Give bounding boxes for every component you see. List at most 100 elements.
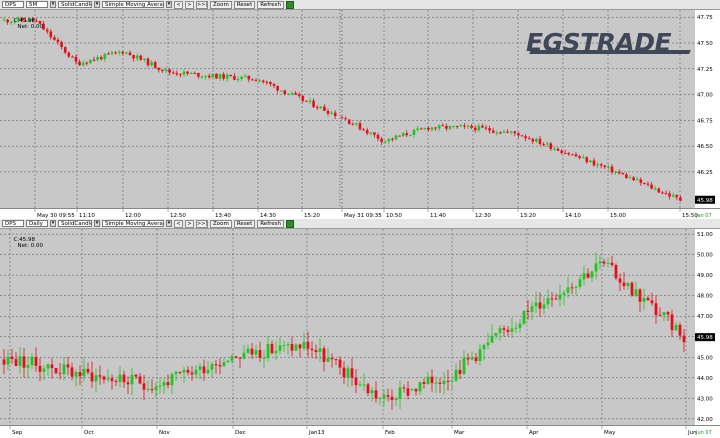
candle-body [462, 358, 466, 374]
candle-body [556, 148, 560, 151]
candle-body [534, 302, 538, 307]
candle-body [386, 395, 390, 397]
candle-body [81, 62, 85, 66]
zoom-button[interactable]: Zoom [210, 219, 232, 228]
price-tick-label: 42.00 [697, 417, 713, 423]
candle-body [262, 357, 266, 359]
candle-body [218, 365, 222, 367]
candle-body [463, 125, 466, 127]
candle-body [42, 368, 46, 372]
candle-body [278, 345, 282, 351]
candle-body [250, 348, 254, 355]
candle-body [458, 369, 462, 374]
candle-body [174, 371, 178, 375]
interval-select[interactable]: 5M [26, 1, 48, 8]
candle-body [222, 74, 225, 79]
candle-body [402, 387, 406, 389]
refresh-button[interactable]: Refresh [257, 219, 285, 228]
candle-body [643, 182, 646, 184]
scroll-right-button[interactable]: > [185, 219, 194, 228]
candle-body [486, 342, 490, 346]
study-chevron-down-icon[interactable]: ▾ [166, 220, 172, 227]
candle-body [346, 368, 350, 378]
candle-body [474, 357, 478, 362]
scroll-right-button[interactable]: > [185, 0, 194, 9]
interval-chevron-down-icon[interactable]: ▾ [50, 220, 56, 227]
candle-body [668, 193, 671, 197]
chart-style-select[interactable]: SolidCandle [58, 220, 92, 227]
candle-body [394, 135, 398, 140]
candle-body [53, 37, 56, 40]
candle-body [26, 365, 30, 368]
candle-body [542, 304, 546, 309]
candle-body [279, 90, 283, 92]
price-tick-label: 46.75 [697, 118, 713, 124]
candle-body [621, 173, 625, 175]
refresh-button[interactable]: Refresh [257, 0, 285, 9]
candle-body [71, 56, 74, 58]
candle-body [67, 52, 71, 57]
scroll-end-button[interactable]: >>| [196, 0, 208, 9]
candle-body [74, 372, 78, 377]
interval-select[interactable]: Daily [26, 220, 48, 227]
study-select[interactable]: Simple Moving Average [102, 1, 164, 8]
top-net-readout: Net: 0.00 [17, 24, 44, 30]
candle-body [315, 107, 319, 109]
candle-body [308, 100, 312, 102]
candle-body [510, 328, 514, 332]
candle-body [658, 314, 662, 316]
candle-body [594, 263, 598, 272]
candle-body [622, 282, 626, 287]
candle-body [225, 74, 229, 79]
study-select[interactable]: Simple Moving Average [102, 220, 164, 227]
candle-body [30, 356, 34, 366]
candle-body [634, 289, 638, 296]
reset-button[interactable]: Reset [233, 0, 256, 9]
chart-settings-icon[interactable] [286, 219, 295, 228]
candle-body [49, 31, 53, 38]
scroll-left-button[interactable]: < [174, 219, 183, 228]
candle-body [189, 72, 193, 74]
candle-body [312, 100, 315, 108]
candle-body [121, 51, 125, 54]
candle-body [251, 79, 254, 81]
candle-body [126, 382, 130, 385]
candle-body [646, 297, 650, 301]
candle-body [370, 390, 374, 394]
zoom-button[interactable]: Zoom [210, 0, 232, 9]
candle-body [34, 356, 38, 366]
candle-body [610, 166, 614, 173]
candle-body [626, 282, 630, 287]
candle-body [210, 364, 214, 370]
candle-body [416, 128, 419, 130]
candle-body [139, 55, 143, 60]
candle-body [330, 112, 333, 114]
scroll-end-button[interactable]: >>| [196, 219, 208, 228]
candle-body [578, 156, 581, 158]
chart-style-chevron-down-icon[interactable]: ▾ [94, 1, 100, 8]
candle-body [406, 388, 410, 396]
candle-body [671, 195, 675, 197]
symbol-input[interactable]: DPS [2, 1, 24, 8]
candle-body [186, 369, 190, 373]
candle-body [603, 165, 607, 168]
reset-button[interactable]: Reset [233, 219, 256, 228]
daily-plot-area[interactable]: C:45.98 Net: 0.00 [0, 229, 695, 425]
chart-style-select[interactable]: SolidCandle [58, 1, 92, 8]
candle-body [254, 350, 258, 355]
candle-body [283, 90, 287, 95]
chart-style-chevron-down-icon[interactable]: ▾ [94, 220, 100, 227]
price-tick-label: 51.00 [697, 232, 713, 238]
candle-body [520, 135, 524, 137]
candle-body [286, 344, 290, 346]
symbol-input[interactable]: DPS [2, 220, 24, 227]
candle-body [387, 138, 391, 142]
chart-settings-icon[interactable] [286, 0, 295, 9]
candle-body [488, 128, 491, 131]
scroll-left-button[interactable]: < [174, 0, 183, 9]
study-chevron-down-icon[interactable]: ▾ [166, 1, 172, 8]
interval-chevron-down-icon[interactable]: ▾ [50, 1, 56, 8]
price-tick-label: 47.50 [697, 41, 713, 47]
candle-body [175, 72, 179, 75]
candle-body [491, 130, 495, 133]
